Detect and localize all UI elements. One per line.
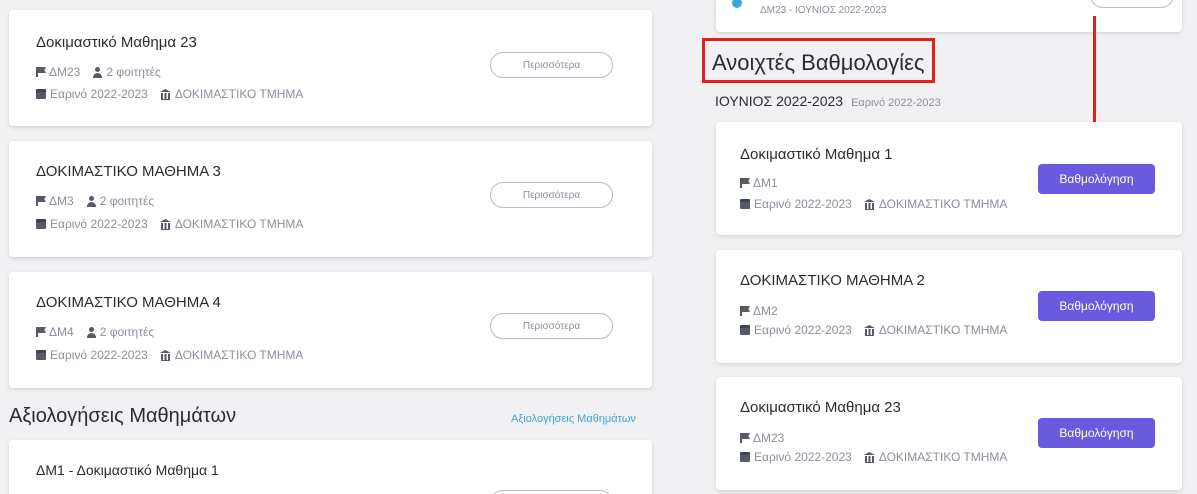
grade-semester: Εαρινό 2022-2023 [754, 197, 852, 211]
calendar-icon [36, 89, 46, 99]
evaluation-card: ΔΜ1 - Δοκιμαστικό Μαθημα 1 [9, 440, 652, 494]
annotation-highlight-box [702, 38, 935, 83]
course-meta-row: Εαρινό 2022-2023 ΔΟΚΙΜΑΣΤΙΚΟ ΤΜΗΜΑ [36, 217, 303, 231]
calendar-icon [740, 325, 750, 335]
grade-meta-row: Εαρινό 2022-2023 ΔΟΚΙΜΑΣΤΙΚΟ ΤΜΗΜΑ [740, 450, 1007, 464]
grade-course-title: Δοκιμαστικό Μαθημα 23 [740, 399, 901, 416]
grade-button[interactable]: Βαθμολόγηση [1038, 164, 1155, 194]
grade-course-title: Δοκιμαστικό Μαθημα 1 [740, 146, 893, 163]
course-code: ΔΜ4 [49, 325, 74, 339]
course-department: ΔΟΚΙΜΑΣΤΙΚΟ ΤΜΗΜΑ [174, 87, 304, 101]
institution-icon [864, 199, 875, 210]
partial-card-subtitle: ΔΜ23 - ΙΟΥΝΙΟΣ 2022-2023 [760, 5, 887, 16]
evaluations-link[interactable]: Αξιολογήσεις Μαθημάτων [511, 413, 636, 425]
grade-course-code: ΔΜ1 [753, 176, 778, 190]
flag-icon [740, 178, 750, 188]
grade-meta-row: ΔΜ1 [740, 176, 778, 190]
evaluation-title: ΔΜ1 - Δοκιμαστικό Μαθημα 1 [36, 462, 219, 478]
course-meta-row: Εαρινό 2022-2023 ΔΟΚΙΜΑΣΤΙΚΟ ΤΜΗΜΑ [36, 348, 303, 362]
flag-icon [740, 433, 750, 443]
partial-card-button[interactable] [1090, 0, 1174, 8]
course-meta-row: ΔΜ3 2 φοιτητές [36, 194, 154, 208]
grade-button[interactable]: Βαθμολόγηση [1038, 291, 1155, 321]
course-code: ΔΜ23 [49, 65, 81, 79]
evaluation-button[interactable] [490, 490, 613, 494]
student-count: 2 φοιτητές [99, 325, 155, 339]
course-meta-row: ΔΜ4 2 φοιτητές [36, 325, 154, 339]
course-title: Δοκιμαστικό Μαθημα 23 [36, 34, 197, 51]
grade-meta-row: ΔΜ23 [740, 431, 784, 445]
course-code: ΔΜ3 [49, 194, 74, 208]
grade-meta-row: ΔΜ2 [740, 304, 778, 318]
grade-card: Δοκιμαστικό Μαθημα 23 ΔΜ23 Εαρινό 2022-2… [716, 377, 1182, 490]
grade-semester: Εαρινό 2022-2023 [754, 323, 852, 337]
grade-department: ΔΟΚΙΜΑΣΤΙΚΟ ΤΜΗΜΑ [878, 197, 1008, 211]
status-dot-icon [732, 0, 742, 8]
course-department: ΔΟΚΙΜΑΣΤΙΚΟ ΤΜΗΜΑ [174, 348, 304, 362]
course-department: ΔΟΚΙΜΑΣΤΙΚΟ ΤΜΗΜΑ [174, 217, 304, 231]
grade-course-code: ΔΜ2 [753, 304, 778, 318]
grade-department: ΔΟΚΙΜΑΣΤΙΚΟ ΤΜΗΜΑ [878, 323, 1008, 337]
grade-course-title: ΔΟΚΙΜΑΣΤΙΚΟ ΜΑΘΗΜΑ 2 [740, 272, 925, 289]
calendar-icon [36, 350, 46, 360]
grade-card: ΔΟΚΙΜΑΣΤΙΚΟ ΜΑΘΗΜΑ 2 ΔΜ2 Εαρινό 2022-202… [716, 250, 1182, 363]
course-semester: Εαρινό 2022-2023 [50, 348, 148, 362]
period-row: ΙΟΥΝΙΟΣ 2022-2023 Εαρινό 2022-2023 [715, 93, 941, 109]
institution-icon [864, 452, 875, 463]
institution-icon [864, 325, 875, 336]
course-card: ΔΟΚΙΜΑΣΤΙΚΟ ΜΑΘΗΜΑ 4 ΔΜ4 2 φοιτητές Εαρι… [9, 272, 652, 388]
user-icon [92, 66, 103, 78]
flag-icon [36, 196, 46, 206]
grade-meta-row: Εαρινό 2022-2023 ΔΟΚΙΜΑΣΤΙΚΟ ΤΜΗΜΑ [740, 323, 1007, 337]
course-meta-row: Εαρινό 2022-2023 ΔΟΚΙΜΑΣΤΙΚΟ ΤΜΗΜΑ [36, 87, 303, 101]
flag-icon [36, 327, 46, 337]
period-label: ΙΟΥΝΙΟΣ 2022-2023 [715, 93, 844, 109]
calendar-icon [740, 452, 750, 462]
grade-meta-row: Εαρινό 2022-2023 ΔΟΚΙΜΑΣΤΙΚΟ ΤΜΗΜΑ [740, 197, 1007, 211]
period-semester: Εαρινό 2022-2023 [851, 97, 941, 109]
more-button[interactable]: Περισσότερα [490, 182, 613, 208]
grade-button[interactable]: Βαθμολόγηση [1038, 418, 1155, 448]
grade-card: Δοκιμαστικό Μαθημα 1 ΔΜ1 Εαρινό 2022-202… [716, 122, 1182, 235]
student-count: 2 φοιτητές [99, 194, 155, 208]
course-semester: Εαρινό 2022-2023 [50, 217, 148, 231]
more-button[interactable]: Περισσότερα [490, 52, 613, 78]
institution-icon [160, 89, 171, 100]
course-semester: Εαρινό 2022-2023 [50, 87, 148, 101]
flag-icon [740, 306, 750, 316]
course-card: Δοκιμαστικό Μαθημα 23 ΔΜ23 2 φοιτητές Εα… [9, 10, 652, 126]
student-count: 2 φοιτητές [106, 65, 161, 79]
institution-icon [160, 219, 171, 230]
course-title: ΔΟΚΙΜΑΣΤΙΚΟ ΜΑΘΗΜΑ 4 [36, 294, 221, 311]
calendar-icon [36, 219, 46, 229]
grade-semester: Εαρινό 2022-2023 [754, 450, 852, 464]
course-meta-row: ΔΜ23 2 φοιτητές [36, 65, 161, 79]
user-icon [86, 326, 97, 338]
flag-icon [36, 67, 46, 77]
user-icon [86, 195, 97, 207]
more-button[interactable]: Περισσότερα [490, 313, 613, 339]
grade-department: ΔΟΚΙΜΑΣΤΙΚΟ ΤΜΗΜΑ [878, 450, 1008, 464]
evaluations-heading: Αξιολογήσεις Μαθημάτων [9, 405, 237, 427]
course-card: ΔΟΚΙΜΑΣΤΙΚΟ ΜΑΘΗΜΑ 3 ΔΜ3 2 φοιτητές Εαρι… [9, 141, 652, 257]
institution-icon [160, 350, 171, 361]
grade-course-code: ΔΜ23 [753, 431, 785, 445]
course-title: ΔΟΚΙΜΑΣΤΙΚΟ ΜΑΘΗΜΑ 3 [36, 163, 221, 180]
partial-card: ΔΜ23 - ΙΟΥΝΙΟΣ 2022-2023 [716, 0, 1182, 32]
calendar-icon [740, 199, 750, 209]
